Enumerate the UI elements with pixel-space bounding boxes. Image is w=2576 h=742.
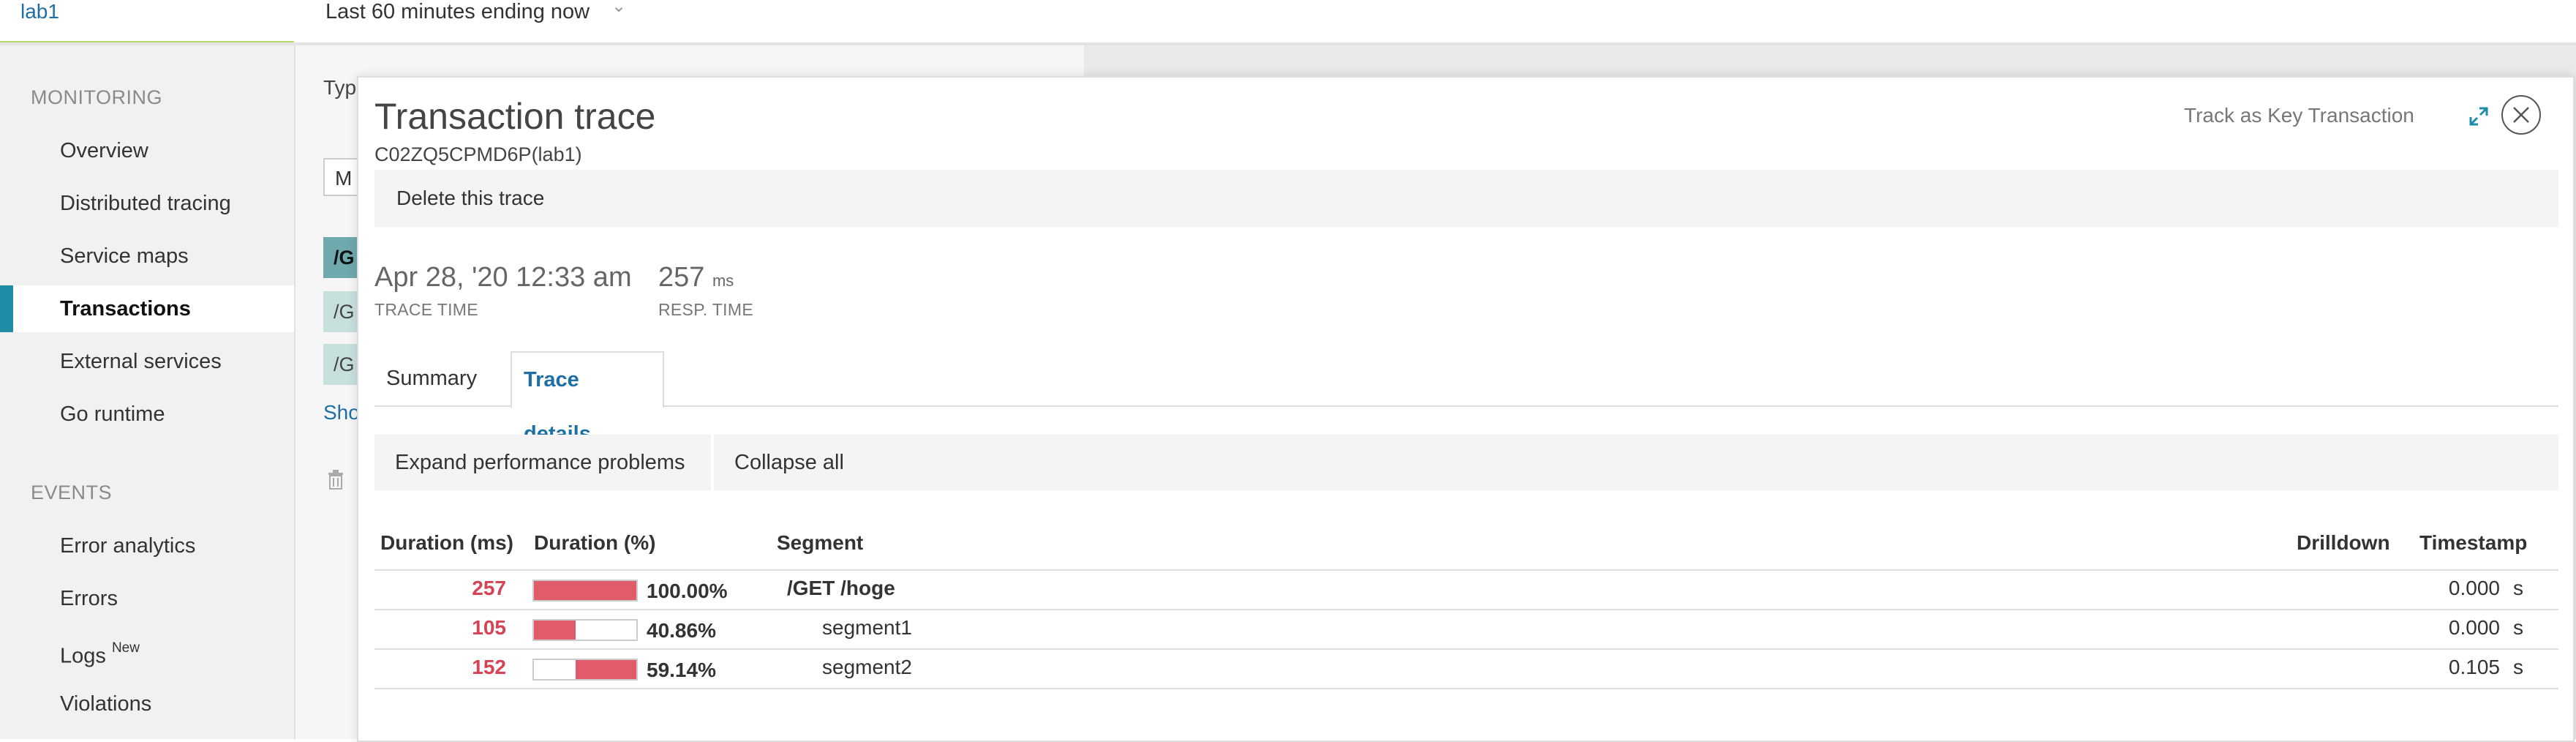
app-name-link[interactable]: lab1 <box>20 0 59 23</box>
row-duration-ms: 257 <box>472 577 506 599</box>
sidebar-item-service-maps[interactable]: Service maps <box>0 233 294 280</box>
row-duration-ms: 152 <box>472 656 506 678</box>
expand-icon[interactable] <box>2468 105 2490 127</box>
segment-name[interactable]: segment1 <box>822 616 912 640</box>
header-duration-ms[interactable]: Duration (ms) <box>380 531 513 555</box>
row-duration-ms: 105 <box>472 616 506 639</box>
track-key-transaction-button[interactable]: Track as Key Transaction <box>2184 104 2414 127</box>
close-button[interactable] <box>2501 95 2541 135</box>
sidebar-item-overview[interactable]: Overview <box>0 127 294 174</box>
trash-icon[interactable] <box>326 468 345 490</box>
segment-name[interactable]: /GET /hoge <box>787 577 895 600</box>
collapse-all-button[interactable]: Collapse all <box>714 435 865 490</box>
delete-trace-button[interactable]: Delete this trace <box>396 170 544 227</box>
segment-name[interactable]: segment2 <box>822 656 912 679</box>
events-heading: EVENTS <box>31 481 113 503</box>
resp-time-value: 257 ms <box>658 262 734 293</box>
row-divider <box>374 609 2558 610</box>
sidebar-item-errors[interactable]: Errors <box>0 575 294 622</box>
resp-time-label: RESP. TIME <box>658 300 753 319</box>
sidebar-item-violations[interactable]: Violations <box>0 681 294 727</box>
row-duration-pct: 59.14% <box>647 659 716 681</box>
tab-trace-details[interactable]: Trace details <box>511 351 664 446</box>
sidebar-item-distributed-tracing[interactable]: Distributed tracing <box>0 180 294 227</box>
monitoring-heading: MONITORING <box>31 86 162 108</box>
tab-summary[interactable]: Summary <box>374 351 489 405</box>
header-segment[interactable]: Segment <box>777 531 863 555</box>
duration-bar-fill <box>576 660 636 679</box>
delete-bar: Delete this trace <box>374 170 2558 227</box>
trace-time-label: TRACE TIME <box>374 300 478 319</box>
header-timestamp[interactable]: Timestamp <box>2419 531 2527 555</box>
sidebar: MONITORING Overview Distributed tracing … <box>0 45 295 739</box>
duration-bar-fill <box>534 621 576 640</box>
close-icon <box>2513 107 2529 123</box>
app-underline <box>0 41 294 42</box>
duration-bar <box>532 619 638 641</box>
show-more-link[interactable]: Sho <box>323 401 360 424</box>
transaction-trace-modal: Transaction trace C02ZQ5CPMD6P(lab1) Tra… <box>357 76 2575 742</box>
duration-bar <box>532 659 638 681</box>
row-timestamp: 0.000 <box>2448 577 2500 599</box>
row-timestamp: 0.105 <box>2448 656 2500 678</box>
sidebar-item-go-runtime[interactable]: Go runtime <box>0 391 294 438</box>
sidebar-item-error-analytics[interactable]: Error analytics <box>0 522 294 569</box>
row-duration-pct: 40.86% <box>647 619 716 642</box>
header-drilldown: Drilldown <box>2297 531 2390 554</box>
sidebar-item-external-services[interactable]: External services <box>0 338 294 385</box>
row-timestamp: 0.000 <box>2448 616 2500 639</box>
timestamp-unit: s <box>2513 616 2523 639</box>
header-duration-pct[interactable]: Duration (%) <box>534 531 655 555</box>
row-divider <box>374 688 2558 689</box>
new-badge: New <box>111 640 140 656</box>
timestamp-unit: s <box>2513 577 2523 599</box>
modal-title: Transaction trace <box>374 96 656 137</box>
row-duration-pct: 100.00% <box>647 580 728 602</box>
sidebar-item-logs[interactable]: Logs New <box>0 628 294 675</box>
duration-bar <box>532 580 638 602</box>
trace-actions-bar: Expand performance problems Collapse all <box>374 435 2558 490</box>
row-divider <box>374 648 2558 650</box>
type-label: Typ <box>323 76 357 99</box>
duration-bar-fill <box>534 581 636 600</box>
timestamp-unit: s <box>2513 656 2523 678</box>
table-divider <box>374 569 2558 571</box>
resp-time-unit: ms <box>712 271 734 290</box>
sidebar-item-transactions[interactable]: Transactions <box>0 285 294 332</box>
top-bar: lab1 Last 60 minutes ending now ⌄ <box>0 0 2576 45</box>
time-range-picker[interactable]: Last 60 minutes ending now <box>325 0 590 24</box>
host-name: C02ZQ5CPMD6P(lab1) <box>374 143 582 165</box>
resp-time-number: 257 <box>658 262 705 293</box>
trace-time-value: Apr 28, '20 12:33 am <box>374 262 632 293</box>
chevron-down-icon[interactable]: ⌄ <box>611 0 626 17</box>
expand-performance-problems-button[interactable]: Expand performance problems <box>374 435 706 490</box>
tabs-divider <box>374 405 2558 407</box>
sidebar-item-logs-label: Logs <box>60 644 106 668</box>
